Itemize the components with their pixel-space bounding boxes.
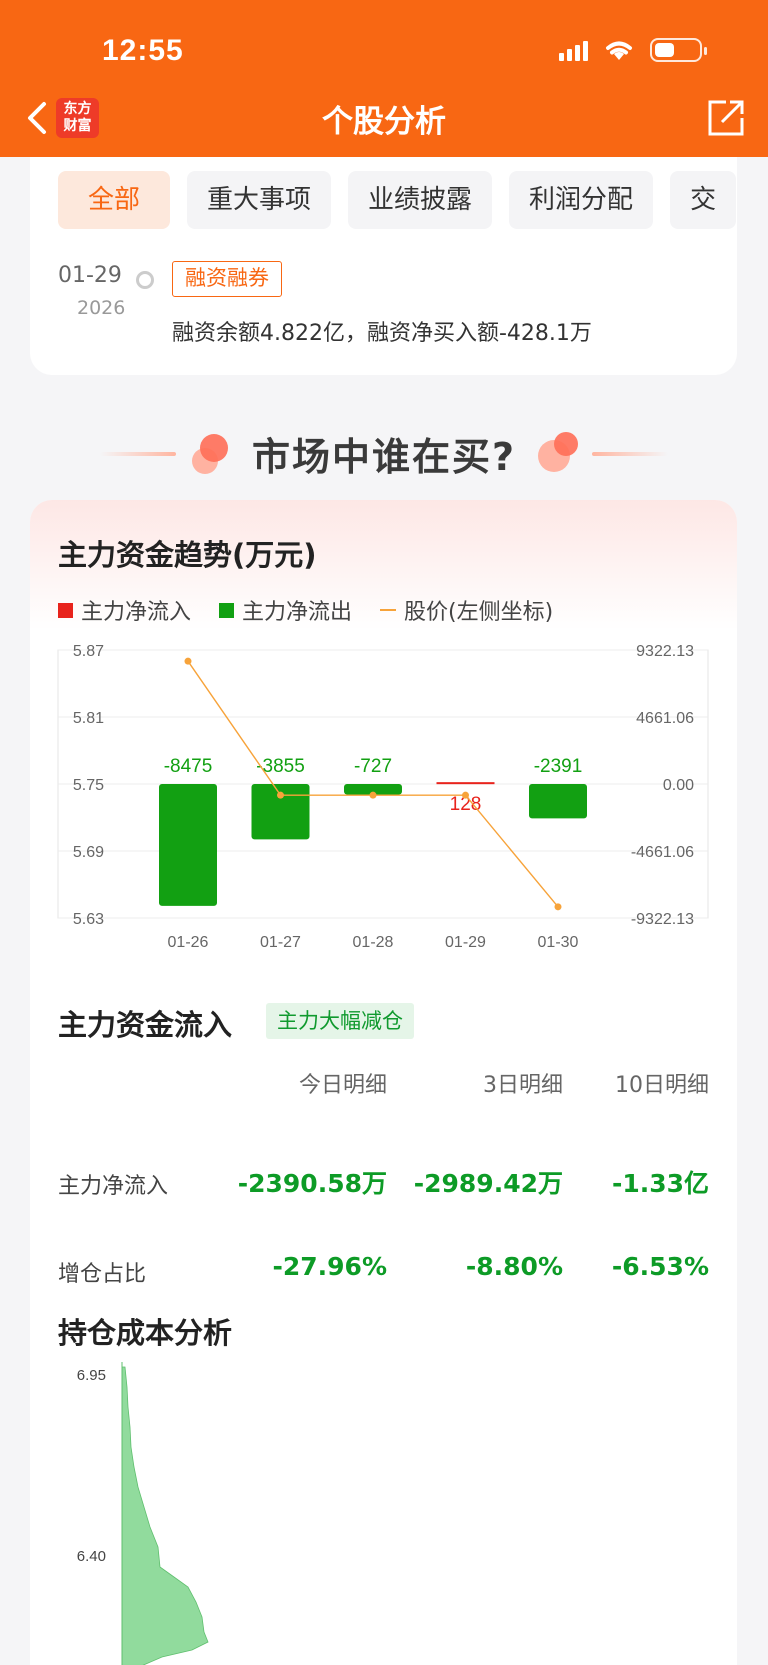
bar-value-label: -2391 [534,756,583,777]
price-point [184,657,192,665]
y-left-tick: 5.81 [73,710,104,727]
tab-earnings[interactable]: 业绩披露 [348,171,493,229]
bubble-decoration [554,432,578,456]
event-tabs: 全部 重大事项 业绩披露 利润分配 交 [58,171,737,229]
price-point [462,791,469,799]
row-label-position-ratio: 增仓占比 [58,1262,147,1287]
row-label-net-inflow: 主力净流入 [58,1174,169,1199]
x-tick-label: 01-28 [353,934,394,951]
flow-title: 主力资金流入 [58,1008,233,1042]
bar-value-label: -727 [354,756,392,777]
flow-bar [529,784,587,819]
y-right-tick: 0.00 [663,777,694,794]
price-point [369,791,377,799]
x-tick-label: 01-30 [538,934,579,951]
x-tick-label: 01-29 [445,934,486,951]
page-title: 个股分析 [322,104,446,140]
event-tag[interactable]: 融资融券 [172,261,282,297]
battery-icon [650,38,707,62]
price-point [554,903,562,911]
y-left-tick: 5.69 [73,844,104,861]
price-point [277,791,284,799]
y-left-tick: 5.87 [73,643,104,660]
status-icons [559,38,707,62]
timeline-dot [136,271,154,289]
y-right-tick: 4661.06 [636,710,694,727]
x-tick-label: 01-26 [168,934,209,951]
tab-major-events[interactable]: 重大事项 [187,171,332,229]
cellular-signal-icon [559,39,588,61]
net-inflow-today: -2390.58万 [237,1169,387,1198]
fund-flow-card: 主力资金趋势(万元) 主力净流入 主力净流出 股价(左侧坐标) 5.87 9322… [30,500,737,1665]
header-10day[interactable]: 10日明细 [615,1067,709,1099]
top-bar: 12:55 东方 财富 个股分析 [0,0,768,157]
y-left-tick: 5.75 [73,777,104,794]
tab-all[interactable]: 全部 [58,171,171,229]
status-time: 12:55 [102,34,184,67]
cost-tick-label: 6.40 [77,1548,106,1565]
y-left-tick: 5.63 [73,911,104,928]
net-inflow-3day: -2989.42万 [413,1169,563,1198]
share-icon[interactable] [706,98,746,138]
wifi-icon [606,41,632,60]
event-text[interactable]: 融资余额4.822亿，融资净买入额-428.1万 [172,315,592,347]
bar-value-label: -8475 [164,756,213,777]
cost-title: 持仓成本分析 [58,1316,233,1350]
flow-bar [159,784,217,906]
heading-deco-right [592,452,668,456]
net-inflow-10day: -1.33亿 [611,1169,709,1198]
y-right-tick: -9322.13 [631,911,694,928]
position-ratio-today: -27.96% [272,1252,387,1281]
header-3day[interactable]: 3日明细 [483,1067,563,1099]
position-ratio-10day: -6.53% [611,1252,709,1281]
tab-dividend[interactable]: 利润分配 [509,171,654,229]
cost-distribution-area [121,1366,209,1665]
event-date: 01-29 [58,263,122,288]
bar-value-label: -3855 [256,756,305,777]
event-year: 2026 [77,297,126,319]
position-ratio-3day: -8.80% [465,1252,563,1281]
events-card: 全部 重大事项 业绩披露 利润分配 交 01-29 2026 融资融券 融资余额… [30,157,737,375]
flow-status-badge: 主力大幅减仓 [266,1003,414,1039]
x-tick-label: 01-27 [260,934,301,951]
cost-tick-label: 6.95 [77,1367,106,1384]
header-today[interactable]: 今日明细 [299,1067,387,1099]
y-right-tick: -4661.06 [631,844,694,861]
flow-bar [436,782,495,785]
tab-trading[interactable]: 交 [670,171,737,229]
y-right-tick: 9322.13 [636,643,694,660]
